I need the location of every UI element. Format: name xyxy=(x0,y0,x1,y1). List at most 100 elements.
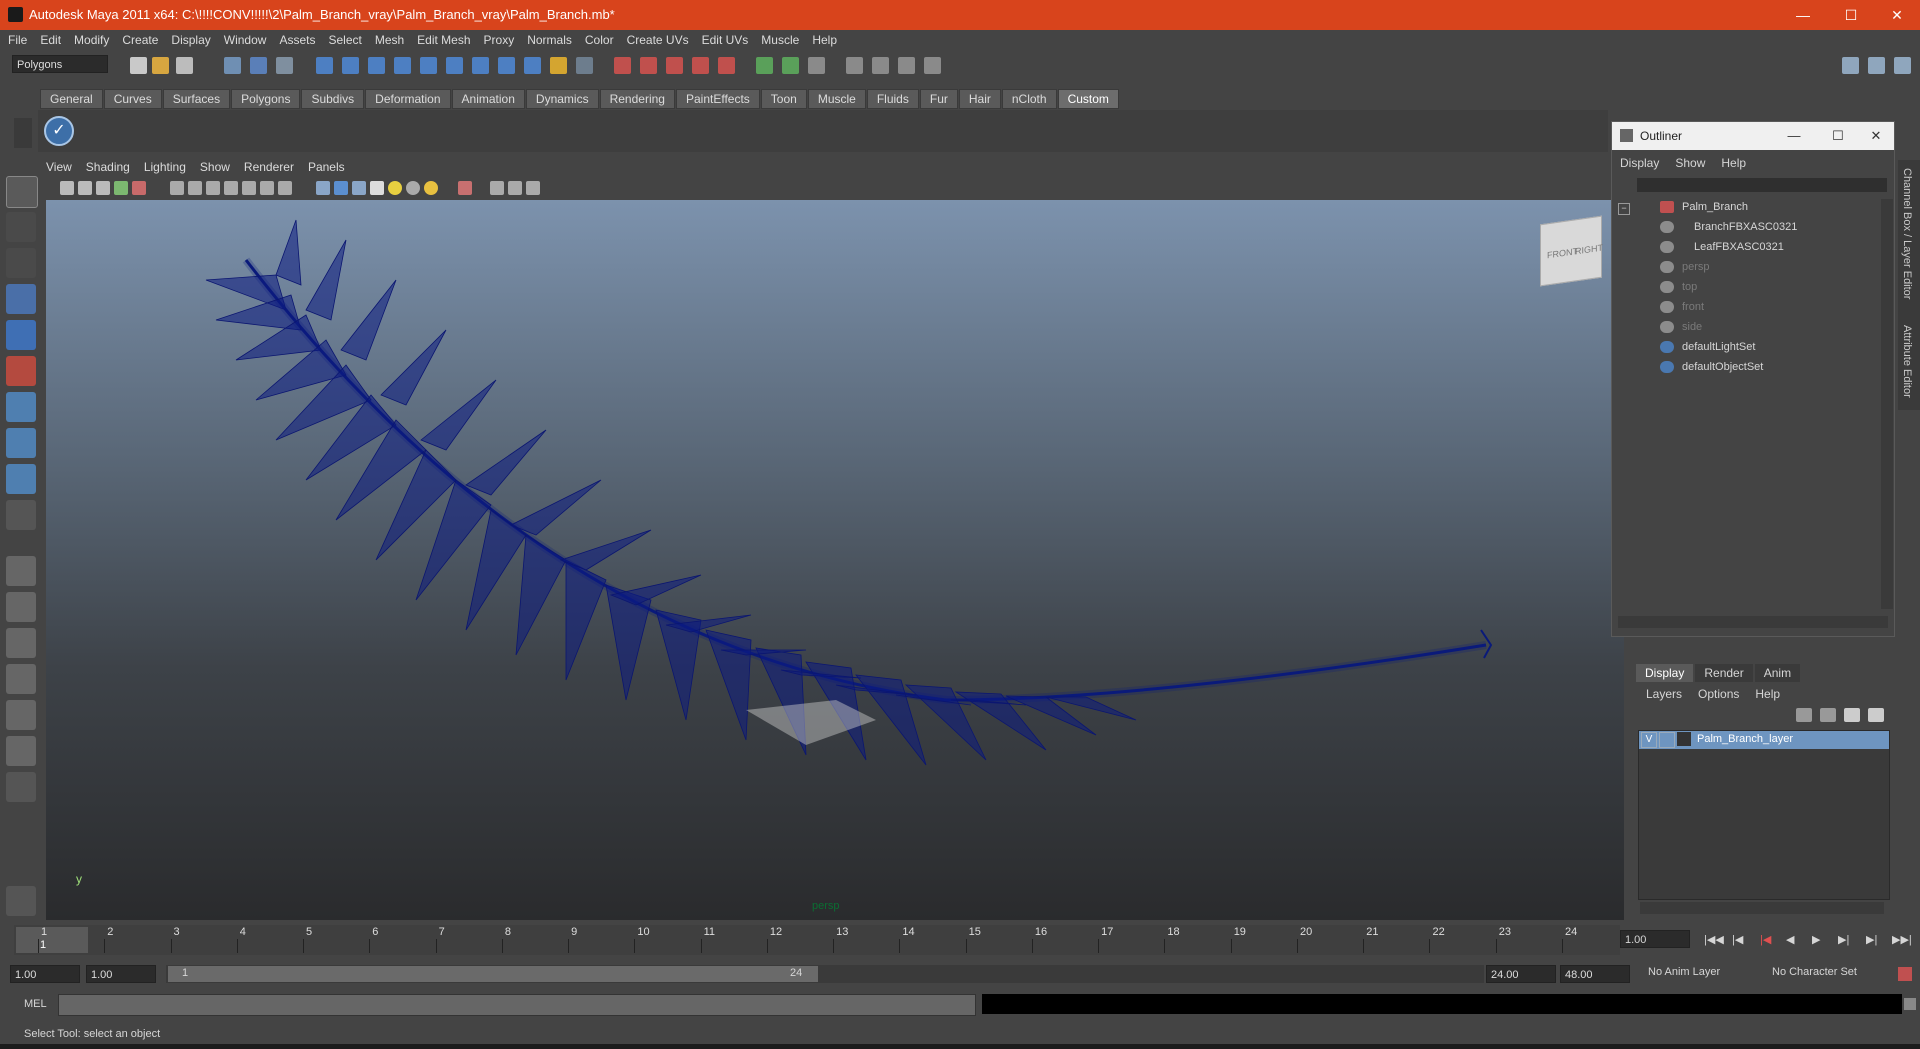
menu-color[interactable]: Color xyxy=(585,33,614,47)
character-set-dropdown[interactable]: No Character Set xyxy=(1772,966,1892,982)
snap-point-icon[interactable] xyxy=(666,57,683,74)
panel-menu-renderer[interactable]: Renderer xyxy=(244,160,294,178)
panel-menu-view[interactable]: View xyxy=(46,160,72,178)
shelf-tab-subdivs[interactable]: Subdivs xyxy=(301,89,365,109)
render-view-icon[interactable] xyxy=(846,57,863,74)
all-lights-icon[interactable] xyxy=(424,181,438,195)
layer-menu-options[interactable]: Options xyxy=(1698,687,1739,701)
pick-deformations-icon[interactable] xyxy=(420,57,437,74)
menu-edit-uvs[interactable]: Edit UVs xyxy=(702,33,749,47)
shelf-tab-ncloth[interactable]: nCloth xyxy=(1001,89,1057,109)
menu-proxy[interactable]: Proxy xyxy=(484,33,515,47)
snap-grid-icon[interactable] xyxy=(614,57,631,74)
layer-tab-render[interactable]: Render xyxy=(1695,664,1753,682)
outliner-item-front[interactable]: front xyxy=(1660,301,1704,321)
shelf-tab-custom[interactable]: Custom xyxy=(1057,89,1119,109)
move-layer-up-icon[interactable] xyxy=(1796,708,1812,722)
step-back-frame-icon[interactable]: |◀ xyxy=(1760,933,1771,946)
isolate-select-icon[interactable] xyxy=(458,181,472,195)
menu-normals[interactable]: Normals xyxy=(527,33,572,47)
menu-create-uvs[interactable]: Create UVs xyxy=(627,33,689,47)
menu-set-dropdown[interactable]: Polygons xyxy=(12,55,108,73)
outliner-vertical-scrollbar[interactable] xyxy=(1881,199,1893,609)
shelf-tab-surfaces[interactable]: Surfaces xyxy=(162,89,231,109)
layer-tab-anim[interactable]: Anim xyxy=(1754,664,1801,682)
panel-menu-lighting[interactable]: Lighting xyxy=(144,160,186,178)
pick-handles-icon[interactable] xyxy=(316,57,333,74)
range-slider-track[interactable]: 1 24 xyxy=(166,965,1484,983)
playback-end-field[interactable]: 24.00 xyxy=(1486,965,1556,983)
soft-modification-icon[interactable] xyxy=(6,428,36,458)
layer-color-swatch[interactable] xyxy=(1677,732,1691,746)
grease-pencil-icon[interactable] xyxy=(132,181,146,195)
rotate-tool-icon[interactable] xyxy=(6,320,36,350)
film-gate-icon[interactable] xyxy=(188,181,202,195)
menu-edit[interactable]: Edit xyxy=(40,33,61,47)
textured-icon[interactable] xyxy=(370,181,384,195)
view-cube[interactable]: FRONT RIGHT xyxy=(1540,215,1603,287)
hypershade-layout-icon[interactable] xyxy=(6,700,36,730)
make-live-icon[interactable] xyxy=(718,57,735,74)
shelf-tab-painteffects[interactable]: PaintEffects xyxy=(675,89,760,109)
pick-rendering-icon[interactable] xyxy=(472,57,489,74)
menu-assets[interactable]: Assets xyxy=(279,33,315,47)
outliner-item-side[interactable]: side xyxy=(1660,321,1702,341)
create-layer-from-selected-icon[interactable] xyxy=(1868,708,1884,722)
shelf-tab-hair[interactable]: Hair xyxy=(958,89,1001,109)
shelf-tab-curves[interactable]: Curves xyxy=(103,89,162,109)
pick-surfaces-icon[interactable] xyxy=(394,57,411,74)
shelf-tab-fluids[interactable]: Fluids xyxy=(866,89,919,109)
command-input[interactable] xyxy=(58,994,976,1016)
single-perspective-layout-icon[interactable] xyxy=(6,556,36,586)
step-forward-key-icon[interactable]: ▶| xyxy=(1838,933,1849,946)
panel-menu-show[interactable]: Show xyxy=(200,160,230,178)
safe-action-icon[interactable] xyxy=(260,181,274,195)
grid-icon[interactable] xyxy=(170,181,184,195)
outliner-item-persp[interactable]: persp xyxy=(1660,261,1710,281)
outliner-menu-help[interactable]: Help xyxy=(1721,156,1746,170)
two-d-pan-zoom-icon[interactable] xyxy=(114,181,128,195)
layer-horizontal-scrollbar[interactable] xyxy=(1640,902,1884,914)
snap-curve-icon[interactable] xyxy=(640,57,657,74)
field-chart-icon[interactable] xyxy=(242,181,256,195)
graph-outliner-layout-icon[interactable] xyxy=(6,736,36,766)
outliner-item-default-object-set[interactable]: defaultObjectSet xyxy=(1660,361,1763,381)
outliner-horizontal-scrollbar[interactable] xyxy=(1618,616,1888,628)
show-tool-settings-icon[interactable] xyxy=(1868,57,1885,74)
new-scene-icon[interactable] xyxy=(130,57,147,74)
render-current-frame-icon[interactable] xyxy=(872,57,889,74)
pick-dynamics-icon[interactable] xyxy=(446,57,463,74)
step-forward-frame-icon[interactable]: ▶| xyxy=(1866,933,1877,946)
pick-misc-icon[interactable] xyxy=(498,57,515,74)
select-object-icon[interactable] xyxy=(250,57,267,74)
menu-create[interactable]: Create xyxy=(122,33,158,47)
layer-row-palm-branch[interactable]: V Palm_Branch_layer xyxy=(1639,731,1889,749)
go-to-end-icon[interactable]: ▶▶| xyxy=(1892,933,1912,946)
menu-edit-mesh[interactable]: Edit Mesh xyxy=(417,33,470,47)
outliner-item-leaf-mesh[interactable]: LeafFBXASC0321 xyxy=(1660,241,1784,261)
outliner-menu-display[interactable]: Display xyxy=(1620,156,1659,170)
universal-manipulator-icon[interactable] xyxy=(6,392,36,422)
shelf-tab-polygons[interactable]: Polygons xyxy=(231,89,301,109)
camera-attributes-icon[interactable] xyxy=(60,181,74,195)
construction-history-icon[interactable] xyxy=(808,57,825,74)
move-tool-icon[interactable] xyxy=(6,284,36,314)
output-ops-icon[interactable] xyxy=(782,57,799,74)
pick-joints-icon[interactable] xyxy=(342,57,359,74)
perspective-viewport[interactable]: FRONT RIGHT y persp xyxy=(46,200,1624,920)
play-backwards-icon[interactable]: ◀ xyxy=(1786,933,1794,946)
last-tool-icon[interactable] xyxy=(6,500,36,530)
menu-help[interactable]: Help xyxy=(812,33,837,47)
time-slider[interactable]: 1 1 2 3 4 5 6 7 8 9 10 11 12 13 14 15 16 17 18 19 20 21 22 23 24 xyxy=(14,925,1620,955)
channel-box-layer-editor-tab[interactable]: Channel Box / Layer Editor xyxy=(1901,168,1913,299)
four-view-layout-icon[interactable] xyxy=(6,592,36,622)
outliner-minimize-button[interactable]: — xyxy=(1774,122,1814,150)
playback-start-field[interactable]: 1.00 xyxy=(86,965,156,983)
camera-bookmark-icon[interactable] xyxy=(78,181,92,195)
select-component-icon[interactable] xyxy=(276,57,293,74)
script-editor-icon[interactable] xyxy=(6,886,36,916)
outliner-menu-show[interactable]: Show xyxy=(1675,156,1705,170)
animation-end-field[interactable]: 48.00 xyxy=(1560,965,1630,983)
xray-joints-icon[interactable] xyxy=(508,181,522,195)
shadows-icon[interactable] xyxy=(406,181,420,195)
